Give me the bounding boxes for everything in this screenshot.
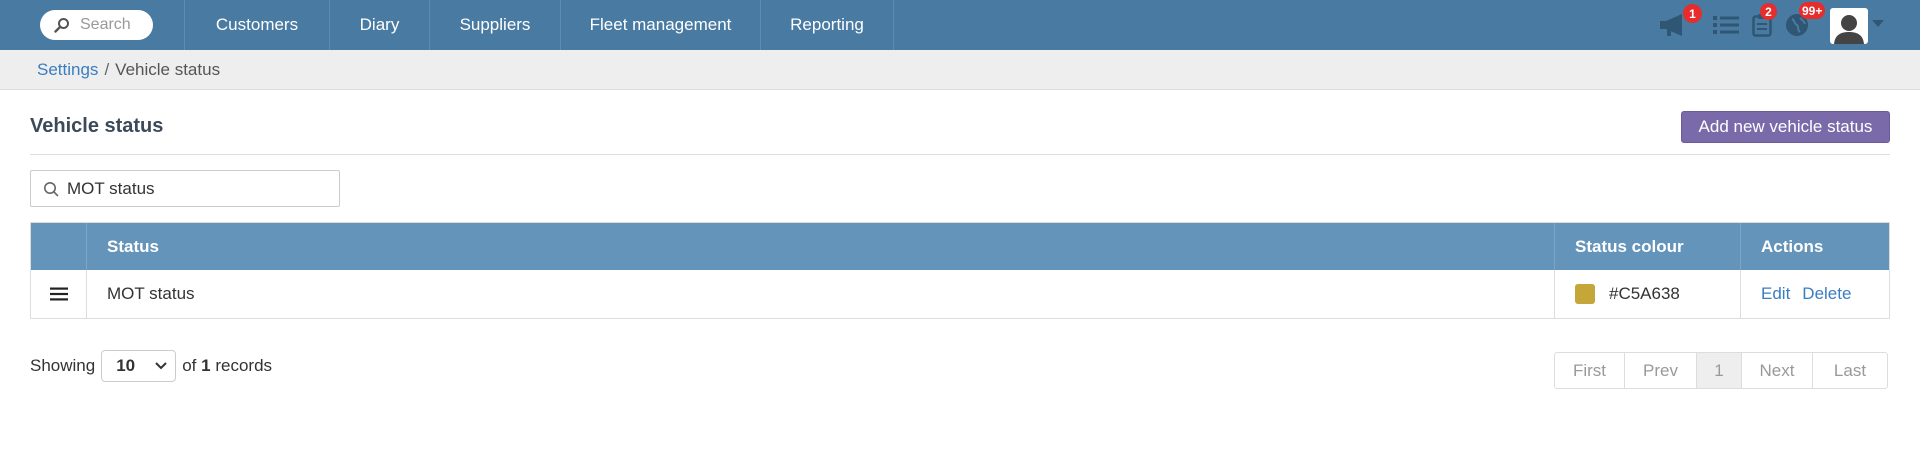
title-divider bbox=[30, 154, 1890, 155]
page-size-value: 10 bbox=[116, 356, 136, 375]
user-icon bbox=[1834, 15, 1864, 44]
nav-diary[interactable]: Diary bbox=[329, 0, 429, 50]
pager-first[interactable]: First bbox=[1555, 353, 1625, 388]
list-icon bbox=[1713, 16, 1739, 34]
pager-prev[interactable]: Prev bbox=[1625, 353, 1697, 388]
records-total: 1 bbox=[201, 356, 211, 375]
status-colour-cell: #C5A638 bbox=[1555, 270, 1741, 318]
pager-last[interactable]: Last bbox=[1813, 353, 1887, 388]
showing-label: Showing bbox=[30, 356, 96, 375]
page-title: Vehicle status bbox=[30, 115, 164, 137]
breadcrumb: Settings / Vehicle status bbox=[0, 50, 1920, 90]
pager-next[interactable]: Next bbox=[1742, 353, 1813, 388]
page-size-select[interactable]: 10 bbox=[101, 350, 177, 382]
header-status[interactable]: Status bbox=[87, 223, 1555, 270]
vehicle-status-table: Status Status colour Actions MOT status … bbox=[30, 222, 1890, 319]
breadcrumb-separator: / bbox=[104, 59, 110, 79]
drag-handle-icon bbox=[49, 287, 68, 301]
breadcrumb-current: Vehicle status bbox=[115, 59, 221, 79]
add-vehicle-status-button[interactable]: Add new vehicle status bbox=[1681, 111, 1890, 143]
nav-suppliers[interactable]: Suppliers bbox=[429, 0, 560, 50]
breadcrumb-settings-link[interactable]: Settings bbox=[37, 60, 98, 80]
table-header: Status Status colour Actions bbox=[31, 223, 1889, 270]
search-icon bbox=[54, 18, 69, 33]
search-placeholder: Search bbox=[80, 16, 131, 33]
tasks-badge: 2 bbox=[1760, 3, 1777, 20]
of-label: of bbox=[182, 356, 197, 375]
nav-customers-label: Customers bbox=[215, 15, 299, 34]
pagination: First Prev 1 Next Last bbox=[1554, 352, 1888, 389]
status-filter-input[interactable] bbox=[67, 178, 327, 199]
nav-reporting-label: Reporting bbox=[790, 15, 864, 34]
nav-reporting[interactable]: Reporting bbox=[760, 0, 893, 50]
header-status-colour[interactable]: Status colour bbox=[1555, 223, 1741, 270]
chevron-down-icon[interactable] bbox=[1872, 20, 1884, 28]
nav-divider bbox=[893, 0, 894, 50]
status-filter[interactable] bbox=[30, 170, 340, 207]
list-button[interactable] bbox=[1710, 0, 1742, 50]
nav-suppliers-label: Suppliers bbox=[459, 15, 531, 34]
records-label: records bbox=[215, 356, 273, 375]
chevron-down-icon bbox=[155, 362, 167, 370]
records-summary: Showing 10 of 1 records bbox=[30, 350, 272, 382]
global-search[interactable]: Search bbox=[40, 10, 153, 40]
top-navbar: Search Customers Diary Suppliers Fleet m… bbox=[0, 0, 1920, 50]
edit-link[interactable]: Edit bbox=[1761, 284, 1790, 304]
colour-hex: #C5A638 bbox=[1609, 284, 1680, 303]
nav-diary-label: Diary bbox=[359, 15, 400, 34]
actions-cell: Edit Delete bbox=[1741, 270, 1889, 318]
user-avatar[interactable] bbox=[1830, 8, 1868, 44]
pager-current-page[interactable]: 1 bbox=[1697, 353, 1742, 388]
table-row: MOT status #C5A638 Edit Delete bbox=[31, 270, 1889, 318]
nav-customers[interactable]: Customers bbox=[184, 0, 329, 50]
status-name: MOT status bbox=[87, 270, 1555, 318]
header-drag-column bbox=[31, 223, 87, 270]
nav-fleet-management-label: Fleet management bbox=[589, 15, 732, 34]
globe-badge: 99+ bbox=[1799, 2, 1826, 19]
search-icon bbox=[44, 181, 59, 196]
drag-handle[interactable] bbox=[31, 270, 87, 318]
nav-fleet-management[interactable]: Fleet management bbox=[560, 0, 760, 50]
header-actions: Actions bbox=[1761, 236, 1824, 256]
delete-link[interactable]: Delete bbox=[1802, 284, 1851, 304]
colour-swatch bbox=[1575, 284, 1595, 304]
announcements-badge: 1 bbox=[1683, 4, 1702, 23]
